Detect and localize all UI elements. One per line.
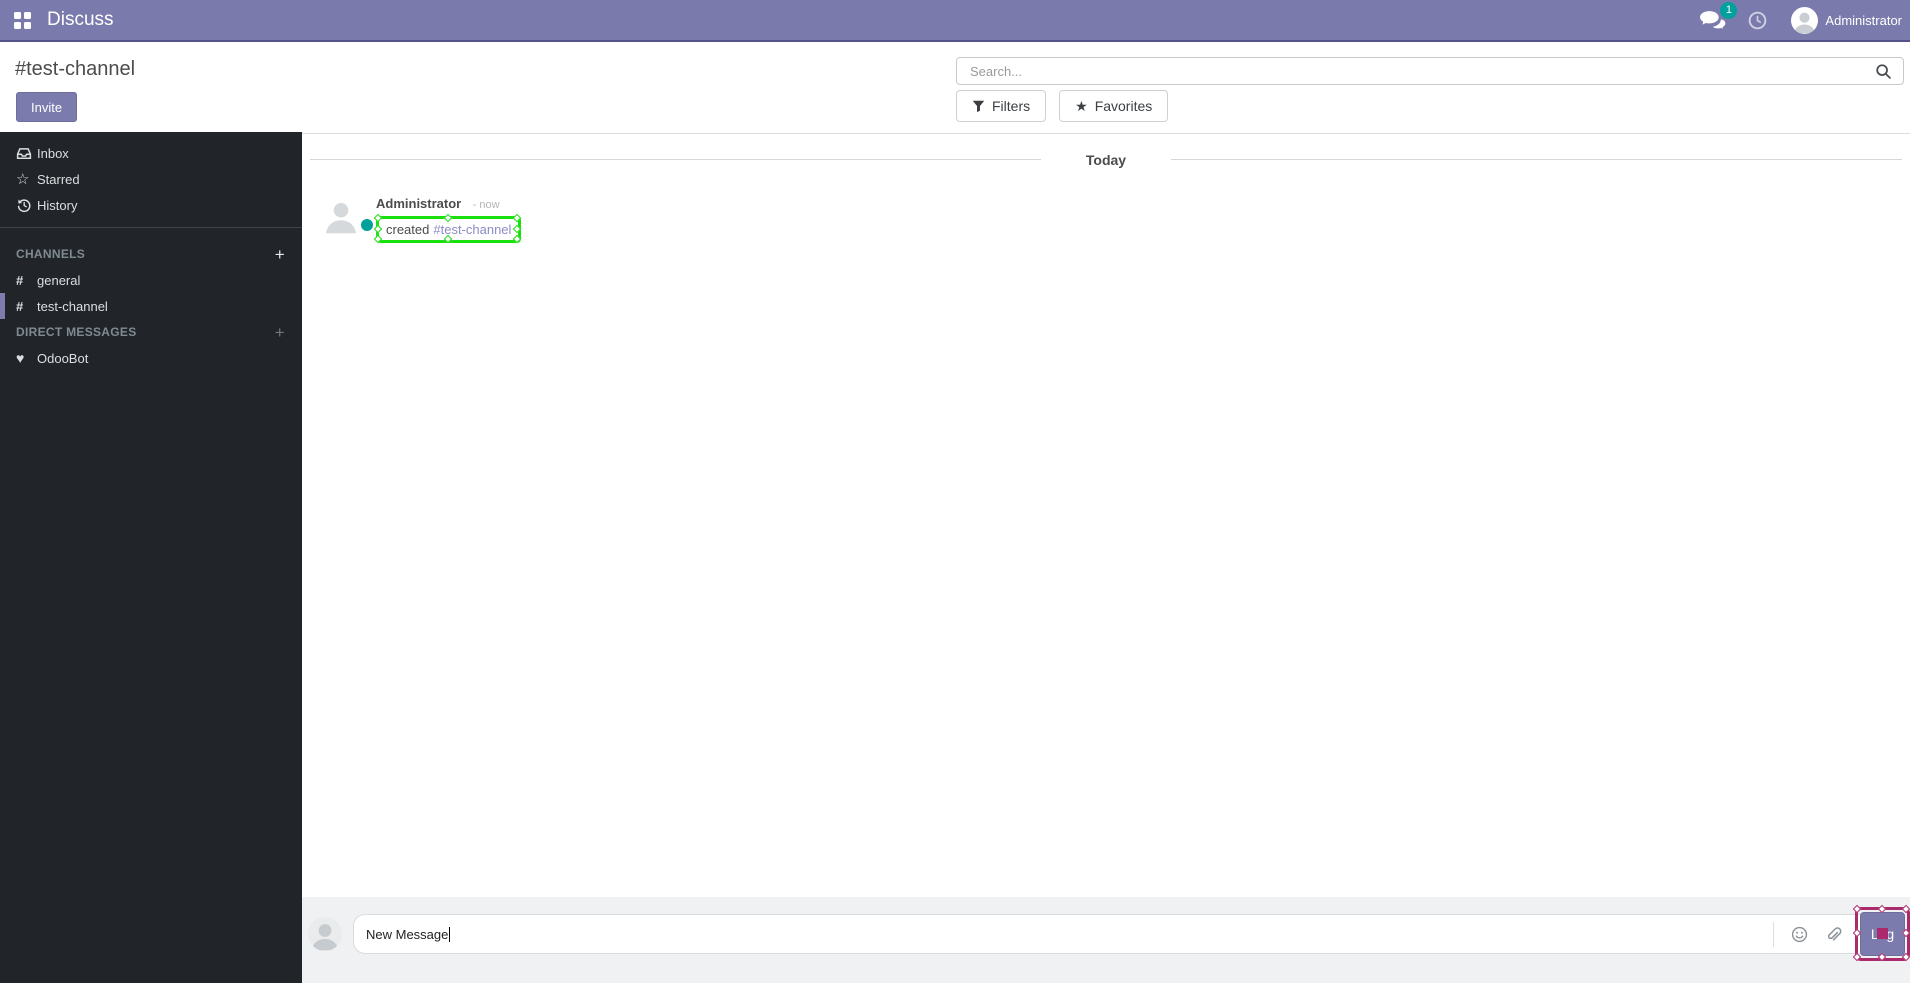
control-panel: #test-channel Invite Filters ★ Favorites bbox=[0, 44, 1910, 134]
channel-label: test-channel bbox=[37, 298, 108, 314]
clock-icon bbox=[1748, 11, 1767, 30]
message-author-avatar bbox=[322, 196, 373, 234]
resize-handle bbox=[513, 234, 522, 244]
filters-button[interactable]: Filters bbox=[956, 90, 1047, 122]
composer-divider bbox=[1773, 921, 1774, 947]
log-button[interactable]: Log bbox=[1860, 912, 1905, 956]
attachment-icon[interactable] bbox=[1825, 926, 1842, 943]
dm-section-header: DIRECT MESSAGES + bbox=[0, 319, 302, 345]
message-input-value: New Message bbox=[366, 926, 449, 942]
sidebar-item-label: History bbox=[37, 197, 78, 213]
favorites-label: Favorites bbox=[1094, 98, 1153, 114]
date-separator: Today bbox=[310, 151, 1903, 168]
resize-handle bbox=[373, 213, 383, 223]
resize-handle bbox=[513, 224, 522, 233]
favorites-button[interactable]: ★ Favorites bbox=[1059, 90, 1169, 122]
message-content: Administrator - now created #test-channel bbox=[373, 196, 522, 244]
separator-line bbox=[310, 159, 1041, 160]
sidebar-item-inbox[interactable]: Inbox bbox=[0, 140, 302, 166]
hash-icon: # bbox=[16, 298, 24, 314]
message-input[interactable]: New Message Log bbox=[353, 904, 1910, 962]
message-timestamp: - now bbox=[472, 199, 500, 211]
dm-section-title: DIRECT MESSAGES bbox=[16, 325, 137, 339]
log-button-wrap: Log bbox=[1852, 904, 1910, 962]
message-row: Administrator - now created #test-channel bbox=[322, 196, 1910, 244]
sidebar-item-label: Starred bbox=[37, 171, 80, 187]
message-thread: Today Administrator - now created #test-c… bbox=[302, 134, 1910, 897]
dm-label: OdooBot bbox=[37, 350, 89, 366]
channels-section-header: CHANNELS + bbox=[0, 241, 302, 267]
channels-section-title: CHANNELS bbox=[16, 247, 86, 261]
channel-link[interactable]: #test-channel bbox=[433, 222, 511, 237]
search-icon[interactable] bbox=[1875, 63, 1892, 80]
separator-line bbox=[1171, 159, 1903, 160]
messages-count-badge: 1 bbox=[1720, 1, 1738, 19]
sidebar-channel-general[interactable]: # general bbox=[0, 267, 302, 293]
composer-icons bbox=[1773, 915, 1842, 953]
heart-icon: ♥ bbox=[16, 350, 25, 366]
resize-handle bbox=[1852, 904, 1862, 914]
star-outline-icon: ☆ bbox=[16, 171, 30, 188]
message-author: Administrator bbox=[376, 196, 462, 211]
user-avatar[interactable] bbox=[1791, 6, 1819, 34]
sidebar-divider bbox=[0, 227, 302, 228]
text-cursor bbox=[449, 926, 451, 942]
channel-title: #test-channel bbox=[15, 58, 136, 80]
app-title: Discuss bbox=[47, 9, 114, 30]
add-channel-icon[interactable]: + bbox=[275, 246, 285, 263]
hash-icon: # bbox=[16, 272, 24, 288]
sidebar-item-starred[interactable]: ☆ Starred bbox=[0, 166, 302, 192]
message-composer: New Message Log bbox=[302, 897, 1910, 983]
apps-menu-icon[interactable] bbox=[14, 11, 31, 29]
sidebar-channel-test-channel[interactable]: # test-channel bbox=[0, 293, 302, 319]
user-menu-label[interactable]: Administrator bbox=[1825, 13, 1902, 28]
resize-handle bbox=[373, 224, 383, 233]
filters-label: Filters bbox=[992, 98, 1031, 114]
history-icon bbox=[16, 198, 37, 213]
top-navbar: Discuss 1 Administrator bbox=[0, 0, 1910, 42]
topbar-right: 1 Administrator bbox=[1699, 1, 1910, 34]
message-body-annotation-box: created #test-channel bbox=[373, 213, 522, 244]
discuss-sidebar: Inbox ☆ Starred History CHANNELS + # gen… bbox=[0, 132, 302, 983]
activities-menu-button[interactable] bbox=[1748, 11, 1767, 30]
add-dm-icon[interactable]: + bbox=[275, 324, 285, 341]
filter-row: Filters ★ Favorites bbox=[956, 90, 1169, 122]
sidebar-dm-odoobot[interactable]: ♥ OdooBot bbox=[0, 345, 302, 371]
resize-handle bbox=[373, 234, 383, 244]
composer-avatar bbox=[308, 917, 342, 951]
message-header: Administrator - now bbox=[376, 196, 521, 213]
invite-button[interactable]: Invite bbox=[16, 92, 78, 122]
funnel-icon bbox=[972, 100, 985, 113]
resize-handle bbox=[513, 213, 522, 223]
channel-label: general bbox=[37, 272, 81, 288]
search-input[interactable] bbox=[956, 57, 1904, 85]
online-status-dot bbox=[361, 219, 373, 231]
date-separator-label: Today bbox=[1085, 151, 1127, 168]
search-box bbox=[956, 57, 1904, 85]
resize-handle bbox=[443, 213, 452, 223]
sidebar-item-history[interactable]: History bbox=[0, 192, 302, 218]
sidebar-item-label: Inbox bbox=[37, 145, 69, 161]
message-body-text: created bbox=[386, 222, 430, 237]
star-icon: ★ bbox=[1075, 97, 1088, 114]
emoji-icon[interactable] bbox=[1791, 926, 1808, 943]
inbox-icon bbox=[16, 146, 37, 161]
messages-menu-button[interactable]: 1 bbox=[1699, 1, 1738, 31]
